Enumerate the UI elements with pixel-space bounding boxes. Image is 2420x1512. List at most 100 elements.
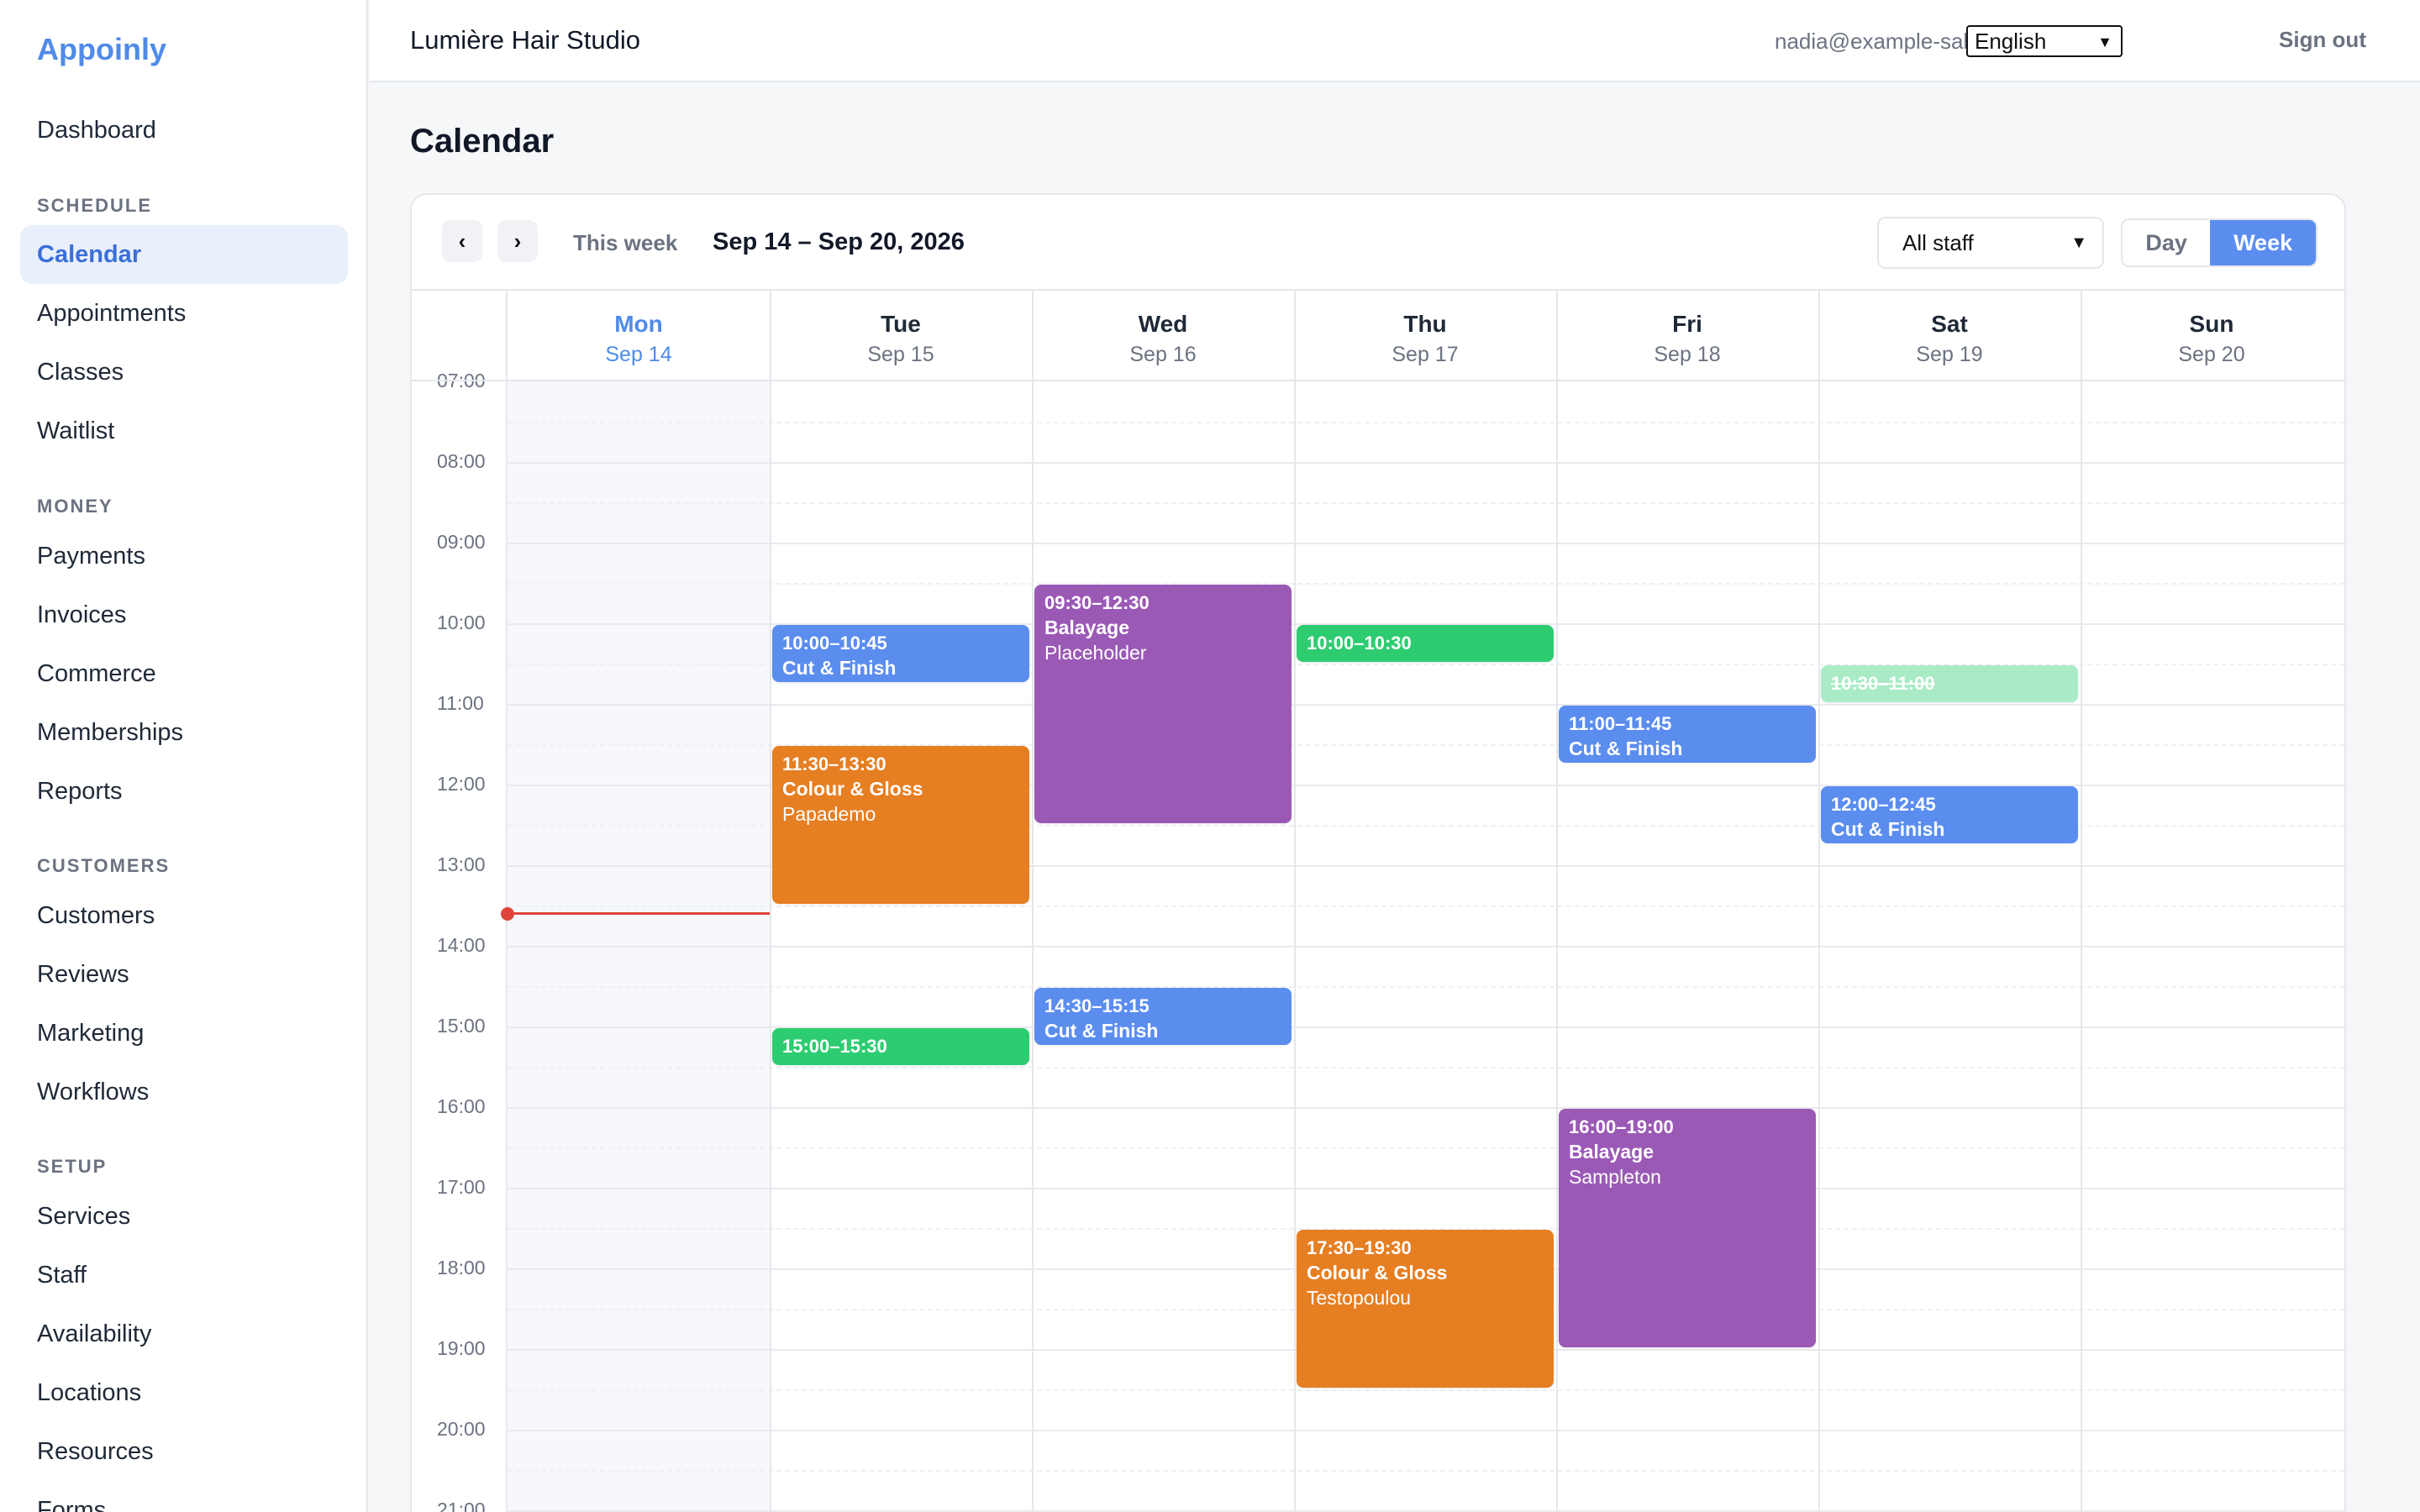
current-time-indicator <box>508 912 770 915</box>
sidebar-item-marketing[interactable]: Marketing <box>20 1004 348 1063</box>
gutter-divider <box>506 291 508 1512</box>
appointment-time: 10:00–10:30 <box>1307 633 1412 654</box>
appointment-block[interactable]: 12:00–12:45 Cut & Finish Fictitia <box>1821 786 2078 843</box>
appointment-block[interactable]: 16:00–19:00 Balayage Sampleton <box>1559 1109 1816 1347</box>
current-time-dot <box>501 907 514 921</box>
appointment-client: Testopoulou <box>1307 1287 1412 1309</box>
sidebar-item-customers[interactable]: Customers <box>20 886 348 945</box>
day-header-sat[interactable]: Sat Sep 19 <box>1818 291 2081 367</box>
hour-label: 17:00 <box>437 1176 486 1198</box>
sidebar-item-payments[interactable]: Payments <box>20 527 348 585</box>
half-hour-gridline <box>508 1389 2344 1391</box>
sidebar-item-memberships[interactable]: Memberships <box>20 703 348 762</box>
sidebar-item-services[interactable]: Services <box>20 1187 348 1246</box>
appointment-client: Papademo <box>1569 761 1806 763</box>
appointment-service: Balayage <box>1569 1141 1655 1163</box>
appointment-time: 14:30–15:15 <box>1044 995 1150 1016</box>
prev-week-button[interactable]: ‹ <box>442 220 482 262</box>
sidebar-item-workflows[interactable]: Workflows <box>20 1063 348 1121</box>
sidebar-item-resources[interactable]: Resources <box>20 1422 348 1481</box>
appointment-service: Cut & Finish <box>1831 818 1945 840</box>
day-name: Fri <box>1672 311 1702 337</box>
chevron-left-icon: ‹ <box>458 228 466 254</box>
staff-filter-select[interactable]: All staff ▼ <box>1877 217 2104 269</box>
view-toggle: Day Week <box>2121 218 2317 267</box>
sidebar-item-staff[interactable]: Staff <box>20 1246 348 1305</box>
day-header-fri[interactable]: Fri Sep 18 <box>1556 291 1818 367</box>
language-select-value: English <box>1975 28 2047 54</box>
sidebar-item-locations[interactable]: Locations <box>20 1363 348 1422</box>
hour-label: 13:00 <box>437 853 486 875</box>
topbar: Lumière Hair Studio nadia@example-salon.… <box>370 0 2420 82</box>
hour-label: 12:00 <box>437 773 486 795</box>
sidebar-item-availability[interactable]: Availability <box>20 1305 348 1363</box>
studio-name: Lumière Hair Studio <box>410 25 640 55</box>
sidebar-item-commerce[interactable]: Commerce <box>20 644 348 703</box>
sidebar-section-schedule: SCHEDULE <box>37 195 153 216</box>
half-hour-gridline <box>508 986 2344 988</box>
day-name: Mon <box>614 311 663 337</box>
day-header-wed[interactable]: Wed Sep 16 <box>1032 291 1294 367</box>
half-hour-gridline <box>508 502 2344 504</box>
calendar-card: ‹ › This week Sep 14 – Sep 20, 2026 All … <box>410 193 2346 1512</box>
appointment-block[interactable]: 17:30–19:30 Colour & Gloss Testopoulou <box>1297 1230 1554 1388</box>
half-hour-gridline <box>508 1147 2344 1149</box>
day-header-mon[interactable]: Mon Sep 14 <box>508 291 770 367</box>
appointment-block[interactable]: 09:30–12:30 Balayage Placeholder <box>1034 585 1292 823</box>
chevron-down-icon: ▼ <box>2070 234 2087 252</box>
appointment-block[interactable]: 10:00–10:30 <box>1297 625 1554 662</box>
appointment-time: 17:30–19:30 <box>1307 1237 1412 1258</box>
sidebar-item-invoices[interactable]: Invoices <box>20 585 348 644</box>
next-week-button[interactable]: › <box>497 220 538 262</box>
brand-logo[interactable]: Appoinly <box>37 32 166 67</box>
hour-gridline <box>508 1430 2344 1431</box>
appointment-block[interactable]: 15:00–15:30 <box>772 1028 1029 1065</box>
hour-gridline <box>508 704 2344 706</box>
hour-label: 08:00 <box>437 450 486 472</box>
day-header-sun[interactable]: Sun Sep 20 <box>2081 291 2343 367</box>
appointment-block[interactable]: 10:00–10:45 Cut & FinishTestopoulou <box>772 625 1029 682</box>
hour-gridline <box>508 1188 2344 1189</box>
hour-label: 15:00 <box>437 1015 486 1037</box>
day-name: Sat <box>1931 311 1968 337</box>
day-name: Thu <box>1403 311 1447 337</box>
half-hour-gridline <box>508 1067 2344 1068</box>
day-header-tue[interactable]: Tue Sep 15 <box>770 291 1032 367</box>
appointment-block[interactable]: 11:00–11:45 Cut & Finish Papademo <box>1559 706 1816 763</box>
sidebar-item-calendar[interactable]: Calendar <box>20 225 348 284</box>
appointment-service: Colour & Gloss <box>1307 1262 1448 1284</box>
sidebar-item-appointments[interactable]: Appointments <box>20 284 348 343</box>
calendar-toolbar: ‹ › This week Sep 14 – Sep 20, 2026 All … <box>412 195 2344 291</box>
appointment-block[interactable]: 11:30–13:30 Colour & Gloss Papademo <box>772 746 1029 904</box>
sidebar-item-classes[interactable]: Classes <box>20 343 348 402</box>
hour-label: 20:00 <box>437 1418 486 1440</box>
hour-label: 21:00 <box>437 1499 486 1512</box>
appointment-block[interactable]: 10:30–11:00 <box>1821 665 2078 702</box>
day-name: Sun <box>2189 311 2234 337</box>
appointment-service: Cut & Finish <box>782 657 897 679</box>
page-title: Calendar <box>410 123 555 160</box>
sidebar-item-reports[interactable]: Reports <box>20 762 348 821</box>
appointment-time: 10:00–10:45 <box>782 633 887 654</box>
sidebar-item-forms[interactable]: Forms <box>20 1481 348 1512</box>
hour-label: 10:00 <box>437 612 486 633</box>
day-date: Sep 17 <box>1392 343 1459 366</box>
appointment-block[interactable]: 14:30–15:15 Cut & FinishFictitia <box>1034 988 1292 1045</box>
view-week-button[interactable]: Week <box>2210 220 2316 265</box>
day-date: Sep 19 <box>1916 343 1983 366</box>
sidebar-item-dashboard[interactable]: Dashboard <box>20 101 348 160</box>
sidebar-section-money: MONEY <box>37 496 113 517</box>
language-select[interactable]: English ▼ <box>1966 25 2123 57</box>
sign-out-link[interactable]: Sign out <box>2279 27 2366 53</box>
appointment-time: 16:00–19:00 <box>1569 1116 1674 1137</box>
half-hour-gridline <box>508 583 2344 585</box>
day-header-thu[interactable]: Thu Sep 17 <box>1294 291 1556 367</box>
sidebar-item-reviews[interactable]: Reviews <box>20 945 348 1004</box>
view-day-button[interactable]: Day <box>2123 220 2211 265</box>
sidebar-item-waitlist[interactable]: Waitlist <box>20 402 348 460</box>
day-date: Sep 15 <box>867 343 934 366</box>
this-week-button[interactable]: This week <box>573 230 677 256</box>
appointment-service: Cut & Finish <box>1569 738 1683 759</box>
half-hour-gridline <box>508 1470 2344 1472</box>
appointment-time: 11:30–13:30 <box>782 753 886 774</box>
